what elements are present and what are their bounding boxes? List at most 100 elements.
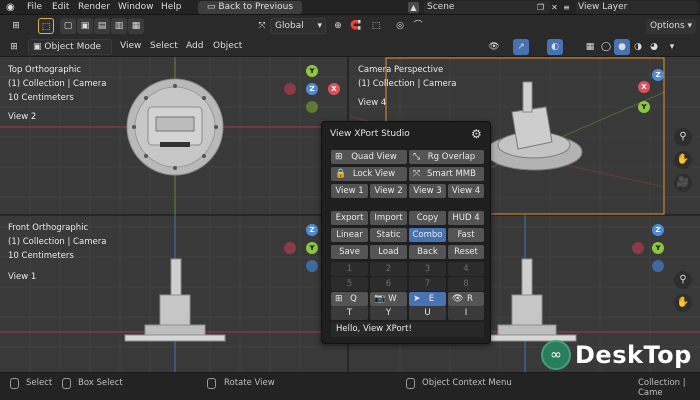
material-shading-icon[interactable]: ◑ [630,39,646,55]
slot-3-button[interactable]: 3 [409,262,446,276]
slot-6-button[interactable]: 6 [370,277,407,291]
smart-mmb-button[interactable]: ⤧ Smart MMB [409,167,484,181]
gizmo-z-axis[interactable]: Z [306,224,318,236]
gizmo-neg-y-axis[interactable] [306,101,318,113]
delete-scene-icon[interactable]: ✕ [549,2,560,13]
key-y-button[interactable]: Y [370,306,407,320]
slot-5-button[interactable]: 5 [331,277,368,291]
editor-type-icon[interactable]: ⊞ [8,18,24,34]
key-u-button[interactable]: U [409,306,446,320]
header-menu-add[interactable]: Add [186,41,203,51]
zoom-icon[interactable]: ⚲ [674,128,692,146]
blender-logo-icon[interactable]: ◉ [6,2,18,13]
navigation-gizmo-top-right[interactable]: X Y Z [630,67,688,115]
pan-hand-icon[interactable]: ✋ [674,294,692,312]
select-mode-invert-icon[interactable]: ▥ [111,18,127,34]
view-1-button[interactable]: View 1 [331,184,368,198]
snap-icon[interactable]: 🧲 [348,18,364,34]
view-4-button[interactable]: View 4 [448,184,484,198]
menu-window[interactable]: Window [118,1,154,14]
solid-shading-icon[interactable]: ● [614,39,630,55]
shading-options-icon[interactable]: ▾ [664,39,680,55]
quad-view-button[interactable]: ⊞ Quad View [331,150,407,164]
view-layer-icon[interactable]: ≡ [561,2,572,13]
proportional-editing-icon[interactable]: ◎ [392,18,408,34]
select-mode-intersect-icon[interactable]: ▦ [128,18,144,34]
load-button[interactable]: Load [370,245,407,259]
gizmo-y-axis[interactable]: Y [306,242,318,254]
static-button[interactable]: Static [370,228,407,242]
select-mode-subtract-icon[interactable]: ▤ [94,18,110,34]
select-mode-new-icon[interactable]: ▢ [60,18,76,34]
header-menu-view[interactable]: View [120,41,141,51]
import-button[interactable]: Import [370,211,407,225]
overlays-toggle-icon[interactable]: ◐ [547,39,563,55]
pan-hand-icon[interactable]: ✋ [674,151,692,169]
reset-button[interactable]: Reset [448,245,484,259]
gizmo-z-axis[interactable]: Z [652,69,664,81]
lock-view-button[interactable]: 🔒 Lock View [331,167,407,181]
view-layer-field[interactable]: View Layer [576,1,698,14]
rg-overlap-button[interactable]: ⤡ Rg Overlap [409,150,484,164]
gizmo-neg-x-axis[interactable] [632,242,644,254]
3d-viewport-editor-icon[interactable]: ⊞ [6,39,22,55]
options-button[interactable]: Options ▾ [646,19,696,34]
key-e-button[interactable]: ➤ E [409,292,446,306]
back-button[interactable]: Back [409,245,446,259]
slot-1-button[interactable]: 1 [331,262,368,276]
key-q-button[interactable]: ⊞ Q [331,292,368,306]
save-button[interactable]: Save [331,245,368,259]
combo-button[interactable]: Combo [409,228,446,242]
gizmo-toggle-icon[interactable]: ↗ [513,39,529,55]
scene-field[interactable]: Scene [424,1,550,14]
slot-7-button[interactable]: 7 [409,277,446,291]
gizmo-z-axis[interactable]: Z [652,224,664,236]
key-t-button[interactable]: T [331,306,368,320]
menu-render[interactable]: Render [78,1,110,14]
gear-icon[interactable]: ⚙ [471,127,482,141]
slot-4-button[interactable]: 4 [448,262,484,276]
falloff-icon[interactable]: ⌒ [410,18,426,34]
rendered-shading-icon[interactable]: ◕ [646,39,662,55]
select-mode-extend-icon[interactable]: ▣ [77,18,93,34]
gizmo-x-axis[interactable]: X [638,81,650,93]
menu-help[interactable]: Help [161,1,182,14]
view-2-button[interactable]: View 2 [370,184,407,198]
view-3-button[interactable]: View 3 [409,184,446,198]
xray-toggle-icon[interactable]: ▦ [582,39,598,55]
gizmo-y-axis[interactable]: Y [652,242,664,254]
header-menu-select[interactable]: Select [150,41,178,51]
navigation-gizmo-bottom-right[interactable]: Z Y [630,222,688,272]
hud-4-button[interactable]: HUD 4 [448,211,484,225]
zoom-icon[interactable]: ⚲ [674,271,692,289]
gizmo-neg-z-axis[interactable] [306,260,318,272]
camera-view-icon[interactable]: 🎥 [674,174,692,192]
transform-orientation-select[interactable]: Global ▾ [270,18,326,34]
key-w-button[interactable]: 📷 W [370,292,407,306]
copy-button[interactable]: Copy [409,211,446,225]
key-r-button[interactable]: 👁 R [448,292,484,306]
export-button[interactable]: Export [331,211,368,225]
linear-button[interactable]: Linear [331,228,368,242]
gizmo-y-axis[interactable]: Y [638,101,650,113]
scene-icon[interactable]: ▲ [408,2,419,13]
navigation-gizmo-top-left[interactable]: Y Z X [282,63,340,113]
header-menu-object[interactable]: Object [213,41,242,51]
gizmo-neg-x-axis[interactable] [284,242,296,254]
menu-edit[interactable]: Edit [52,1,69,14]
gizmo-neg-x-axis[interactable] [284,83,296,95]
slot-2-button[interactable]: 2 [370,262,407,276]
gizmo-z-axis[interactable]: Z [306,83,318,95]
gizmo-y-axis[interactable]: Y [306,65,318,77]
back-to-previous-button[interactable]: ▭ Back to Previous [198,1,302,14]
key-i-button[interactable]: I [448,306,484,320]
object-mode-select[interactable]: ▣ Object Mode [28,39,112,55]
duplicate-scene-icon[interactable]: ❐ [535,2,546,13]
slot-8-button[interactable]: 8 [448,277,484,291]
wireframe-shading-icon[interactable]: ◯ [598,39,614,55]
visibility-icon[interactable]: 👁 [486,39,502,55]
gizmo-neg-z-axis[interactable] [652,260,664,272]
gizmo-x-axis[interactable]: X [328,83,340,95]
menu-file[interactable]: File [27,1,42,14]
fast-button[interactable]: Fast [448,228,484,242]
